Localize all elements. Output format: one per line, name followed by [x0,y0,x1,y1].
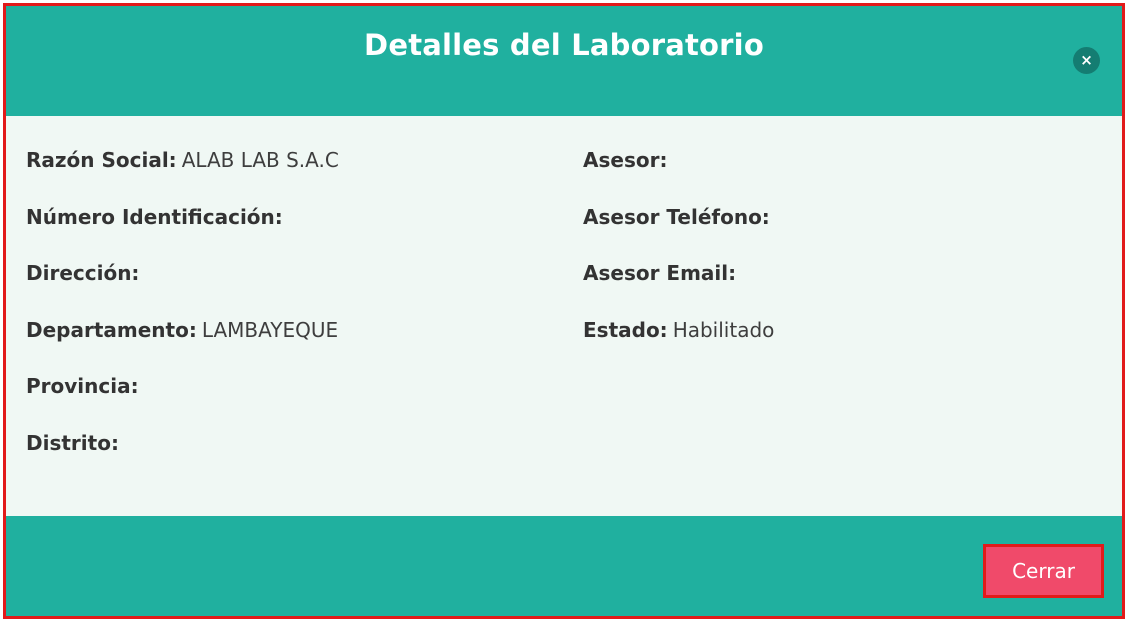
modal-title: Detalles del Laboratorio [364,28,764,62]
modal-footer: Cerrar [6,516,1122,616]
field-numero-identificacion: Número Identificación: [26,203,339,260]
lab-details-modal: Detalles del Laboratorio × Razón Social:… [3,3,1125,619]
field-label: Dirección: [26,261,140,285]
field-label: Distrito: [26,430,119,455]
field-departamento: Departamento: LAMBAYEQUE [26,316,339,373]
field-asesor-email: Asesor Email: [583,259,775,316]
cerrar-button[interactable]: Cerrar [983,544,1104,598]
field-value: LAMBAYEQUE [201,317,339,342]
details-column-left: Razón Social: ALAB LAB S.A.C Número Ident… [26,146,339,485]
field-value: Habilitado [672,317,775,342]
field-label: Razón Social: [26,148,177,172]
field-value: ALAB LAB S.A.C [181,148,339,172]
field-label: Número Identificación: [26,204,283,229]
field-label: Asesor: [583,148,668,172]
field-asesor-telefono: Asesor Teléfono: [583,203,775,260]
field-label: Asesor Email: [583,261,737,285]
field-provincia: Provincia: [26,372,339,429]
modal-header: Detalles del Laboratorio × [6,6,1122,116]
field-label: Provincia: [26,374,139,398]
details-column-right: Asesor: Asesor Teléfono: Asesor Email: E… [583,146,775,372]
field-label: Departamento: [26,317,197,342]
field-razon-social: Razón Social: ALAB LAB S.A.C [26,146,339,203]
field-direccion: Dirección: [26,259,339,316]
field-asesor: Asesor: [583,146,775,203]
field-label: Estado: [583,317,668,342]
field-estado: Estado: Habilitado [583,316,775,373]
modal-body: Razón Social: ALAB LAB S.A.C Número Ident… [6,116,1122,516]
field-distrito: Distrito: [26,429,339,486]
close-icon[interactable]: × [1073,47,1100,74]
field-label: Asesor Teléfono: [583,204,770,229]
